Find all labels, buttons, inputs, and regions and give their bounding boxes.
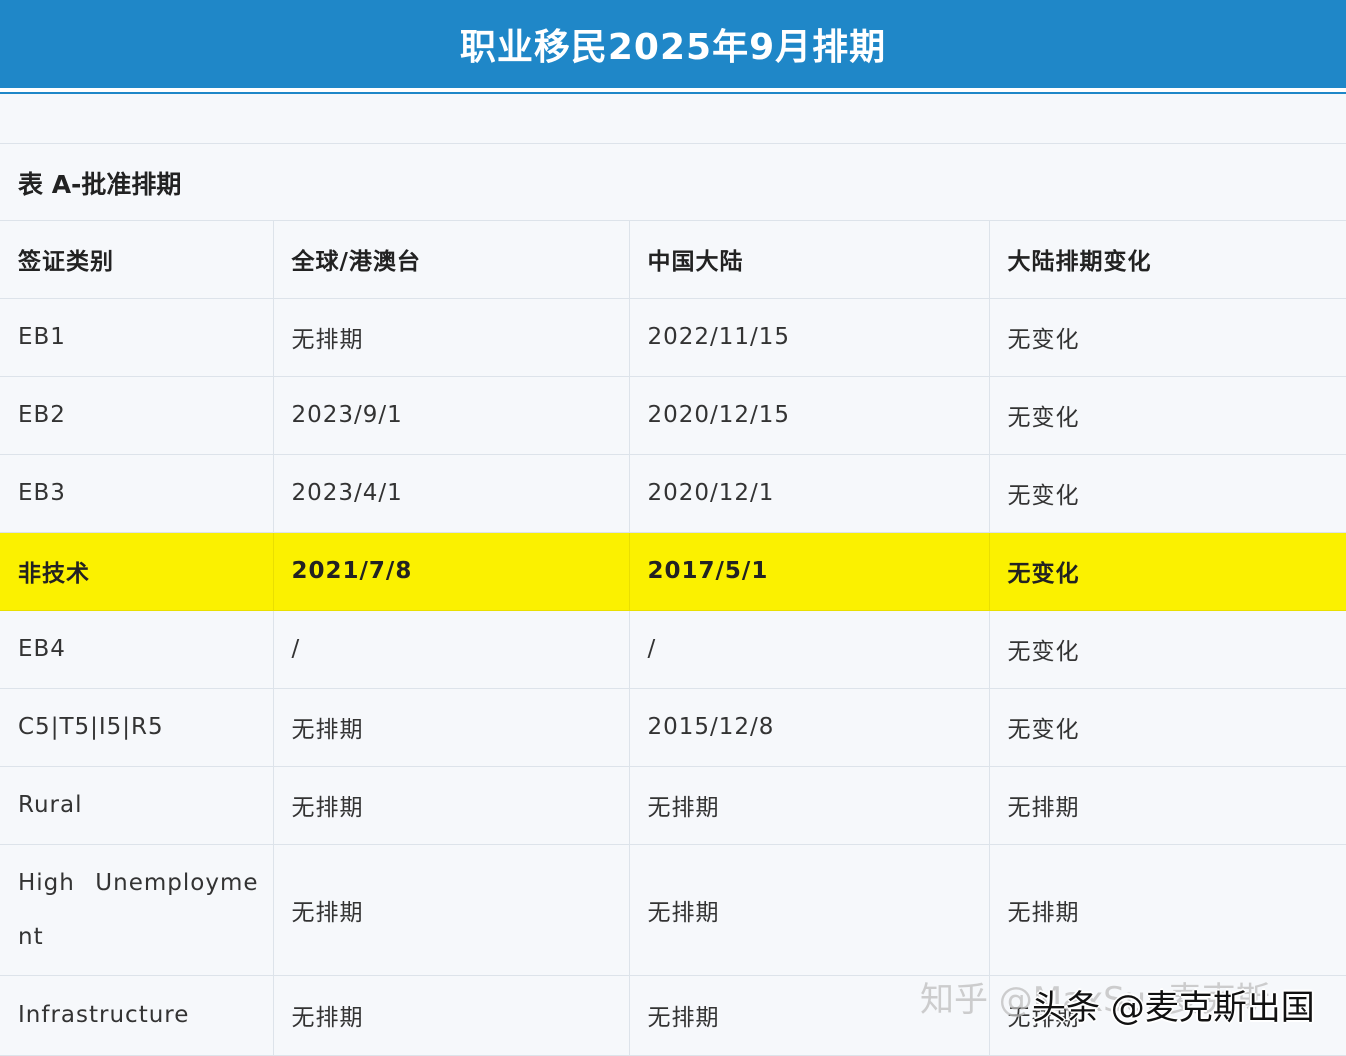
table-cell: 无变化 — [989, 454, 1346, 533]
table-cell: 无排期 — [989, 766, 1346, 845]
page-banner: 职业移民2025年9月排期 — [0, 0, 1346, 88]
table-cell: EB4 — [0, 610, 274, 689]
table-cell: 2017/5/1 — [629, 532, 990, 611]
table-cell: 2023/9/1 — [273, 376, 630, 455]
table-cell: 2021/7/8 — [273, 532, 630, 611]
table-cell: Infrastructure — [0, 975, 274, 1056]
table-cell: EB1 — [0, 298, 274, 377]
table-cell: 2020/12/1 — [629, 454, 990, 533]
header-cell: 全球/港澳台 — [273, 221, 630, 299]
table-cell: 无排期 — [273, 298, 630, 377]
table-cell: 无排期 — [989, 844, 1346, 976]
visa-bulletin-table: 签证类别 全球/港澳台 中国大陆 大陆排期变化 EB1 无排期 2022/11/… — [0, 221, 1346, 1056]
table-row: EB1 无排期 2022/11/15 无变化 — [0, 298, 1346, 377]
table-cell: C5|T5|I5|R5 — [0, 688, 274, 767]
table-cell: EB2 — [0, 376, 274, 455]
header-cell: 中国大陆 — [629, 221, 990, 299]
highlighted-table-row: 非技术 2021/7/8 2017/5/1 无变化 — [0, 532, 1346, 611]
table-cell: 无变化 — [989, 610, 1346, 689]
table-row: EB2 2023/9/1 2020/12/15 无变化 — [0, 376, 1346, 455]
banner-divider — [0, 88, 1346, 94]
banner-title: 职业移民2025年9月排期 — [459, 27, 887, 68]
table-cell: 无变化 — [989, 298, 1346, 377]
table-cell: 无排期 — [273, 844, 630, 976]
table-cell: 无排期 — [273, 975, 630, 1056]
table-cell: 无变化 — [989, 688, 1346, 767]
table-row: EB3 2023/4/1 2020/12/1 无变化 — [0, 454, 1346, 533]
table-cell: High Unemployment — [0, 844, 274, 976]
table-cell: 2015/12/8 — [629, 688, 990, 767]
table-cell: 无排期 — [629, 766, 990, 845]
table-row: C5|T5|I5|R5 无排期 2015/12/8 无变化 — [0, 688, 1346, 767]
source-watermark: 头条 @麦克斯出国 — [1032, 988, 1315, 1028]
table-cell: 无变化 — [989, 532, 1346, 611]
table-cell: 非技术 — [0, 532, 274, 611]
table-row: High Unemployment 无排期 无排期 无排期 — [0, 844, 1346, 976]
table-cell: 2023/4/1 — [273, 454, 630, 533]
table-cell: Rural — [0, 766, 274, 845]
blank-row — [0, 96, 1346, 144]
table-header-row: 签证类别 全球/港澳台 中国大陆 大陆排期变化 — [0, 221, 1346, 299]
table-cell: 2022/11/15 — [629, 298, 990, 377]
table-cell: 无变化 — [989, 376, 1346, 455]
header-cell: 签证类别 — [0, 221, 274, 299]
table-row: Rural 无排期 无排期 无排期 — [0, 766, 1346, 845]
header-cell: 大陆排期变化 — [989, 221, 1346, 299]
table-row: EB4 / / 无变化 — [0, 610, 1346, 689]
table-cell: 无排期 — [273, 766, 630, 845]
table-caption: 表 A-批准排期 — [0, 145, 1346, 221]
table-cell: EB3 — [0, 454, 274, 533]
table-cell: / — [273, 610, 630, 689]
table-cell: 无排期 — [273, 688, 630, 767]
table-cell: 无排期 — [629, 844, 990, 976]
table-cell: 2020/12/15 — [629, 376, 990, 455]
table-cell: / — [629, 610, 990, 689]
